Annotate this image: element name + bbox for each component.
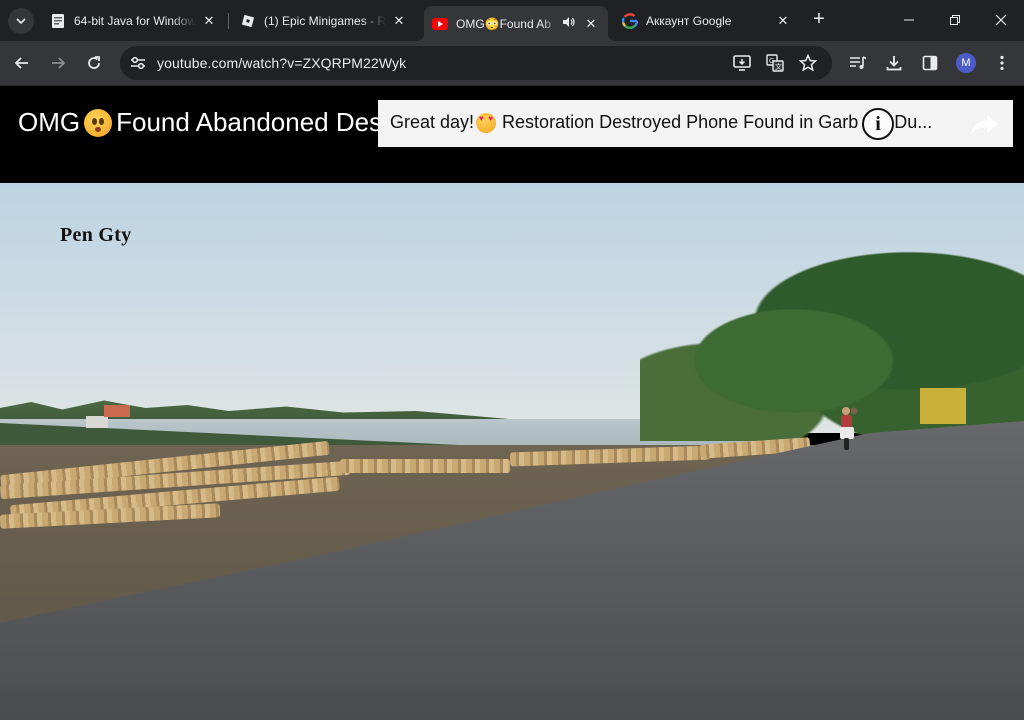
restore-button[interactable] bbox=[932, 0, 978, 40]
tab-close-icon[interactable]: ✕ bbox=[774, 12, 792, 30]
house bbox=[86, 416, 108, 428]
tab-strip: 64-bit Java for Window ✕ (1) Epic Miniga… bbox=[0, 0, 1024, 41]
new-tab-button[interactable]: + bbox=[808, 9, 830, 31]
restore-icon bbox=[950, 15, 960, 25]
tab-separator bbox=[228, 13, 229, 29]
chevron-down-icon bbox=[16, 18, 26, 25]
forward-button[interactable] bbox=[44, 49, 72, 77]
tab-roblox[interactable]: (1) Epic Minigames - R ✕ bbox=[230, 6, 416, 35]
heart-eyes-emoji bbox=[476, 112, 497, 133]
minimize-button[interactable] bbox=[886, 0, 932, 40]
channel-watermark: Pen Gty bbox=[60, 224, 132, 246]
related-video-title-end: Du... bbox=[894, 112, 933, 132]
tab-google-account[interactable]: Аккаунт Google ✕ bbox=[612, 6, 800, 35]
video-title-prefix: OMG bbox=[18, 107, 81, 137]
site-settings-icon[interactable] bbox=[128, 53, 148, 73]
speaker-icon[interactable] bbox=[562, 16, 576, 31]
tab-close-icon[interactable]: ✕ bbox=[200, 12, 218, 30]
side-panel-icon bbox=[922, 55, 938, 71]
arrow-right-icon bbox=[52, 57, 66, 69]
tab-title: Аккаунт Google bbox=[646, 13, 732, 28]
playlist-music-icon bbox=[850, 56, 867, 69]
related-video-title: Great day! Restoration Destroyed Phone F… bbox=[390, 112, 932, 133]
arrow-left-icon bbox=[14, 57, 28, 69]
video-player[interactable]: Pen Gty OMG Found Abandoned Des Great da… bbox=[0, 87, 1024, 720]
bookmark-star-icon[interactable] bbox=[798, 53, 818, 73]
tab-youtube-active[interactable]: OMG😳Found Ab ✕ bbox=[416, 6, 616, 41]
media-control-button[interactable] bbox=[844, 49, 872, 77]
reload-icon bbox=[88, 56, 100, 69]
browser-menu-button[interactable] bbox=[988, 49, 1016, 77]
related-video-card[interactable]: Great day! Restoration Destroyed Phone F… bbox=[378, 100, 1013, 147]
related-video-title-middle: Restoration Destroyed Phone Found in Gar… bbox=[502, 112, 859, 132]
tab-close-icon[interactable]: ✕ bbox=[582, 15, 600, 33]
video-title-text: Found Abandoned Des bbox=[116, 107, 383, 137]
flushed-face-emoji bbox=[84, 108, 113, 137]
address-bar[interactable]: youtube.com/watch?v=ZXQRPM22Wyk G文 bbox=[120, 46, 832, 80]
url-text[interactable]: youtube.com/watch?v=ZXQRPM22Wyk bbox=[157, 55, 406, 71]
share-icon[interactable] bbox=[968, 110, 1002, 138]
google-icon bbox=[622, 12, 638, 29]
java-icon bbox=[50, 13, 66, 29]
house bbox=[104, 405, 130, 417]
tab-search-button[interactable] bbox=[8, 8, 34, 34]
reload-button[interactable] bbox=[80, 49, 108, 77]
tab-close-icon[interactable]: ✕ bbox=[390, 12, 408, 30]
more-vert-icon bbox=[1000, 55, 1004, 71]
svg-text:文: 文 bbox=[775, 62, 782, 71]
tab-title: OMG😳Found Ab bbox=[456, 16, 551, 31]
roadside-house bbox=[920, 388, 966, 424]
minimize-icon bbox=[904, 19, 914, 21]
motorbike-rider bbox=[832, 405, 862, 453]
roblox-icon bbox=[240, 13, 256, 29]
info-icon[interactable]: i bbox=[862, 108, 894, 140]
related-video-title-start: Great day! bbox=[390, 112, 475, 132]
translate-icon[interactable]: G文 bbox=[765, 53, 785, 73]
browser-toolbar: youtube.com/watch?v=ZXQRPM22Wyk G文 bbox=[0, 41, 1024, 86]
bamboo-pile bbox=[340, 459, 510, 473]
video-title[interactable]: OMG Found Abandoned Des bbox=[18, 107, 382, 138]
close-icon bbox=[995, 14, 1007, 26]
tab-title: (1) Epic Minigames - R bbox=[264, 13, 386, 28]
download-icon bbox=[886, 56, 902, 71]
profile-avatar[interactable]: M bbox=[956, 53, 976, 73]
tab-title: 64-bit Java for Window bbox=[74, 13, 196, 28]
back-button[interactable] bbox=[8, 49, 36, 77]
cast-install-icon[interactable] bbox=[732, 53, 752, 73]
side-panel-button[interactable] bbox=[916, 49, 944, 77]
youtube-icon bbox=[432, 16, 448, 32]
downloads-button[interactable] bbox=[880, 49, 908, 77]
close-window-button[interactable] bbox=[978, 0, 1024, 40]
video-frame: Pen Gty bbox=[0, 183, 1024, 720]
tab-java[interactable]: 64-bit Java for Window ✕ bbox=[40, 6, 226, 35]
